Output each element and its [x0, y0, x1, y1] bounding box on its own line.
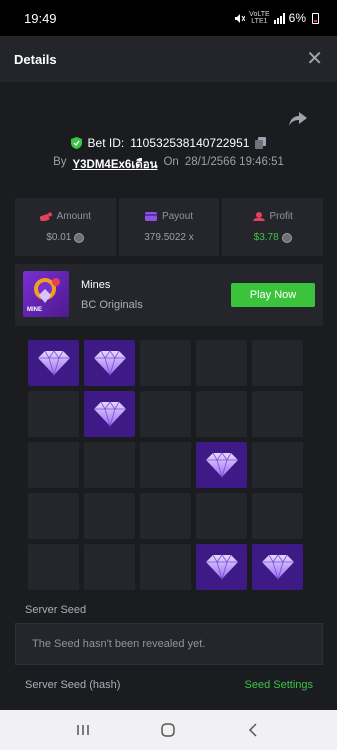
board-tile	[196, 391, 247, 437]
game-name: Mines	[81, 279, 111, 291]
board-tile	[252, 493, 303, 539]
board-tile	[28, 442, 79, 488]
mute-icon	[235, 13, 246, 23]
battery-percent: 6%	[288, 11, 306, 25]
board-tile	[28, 391, 79, 437]
board-tile	[84, 544, 135, 590]
payout-icon	[144, 212, 157, 221]
board-tile	[252, 391, 303, 437]
gem-icon	[37, 350, 70, 376]
board-tile	[252, 442, 303, 488]
bet-id-label: Bet ID:	[87, 136, 125, 150]
gem-icon	[93, 350, 126, 376]
server-seed-value: The Seed hasn't been revealed yet.	[32, 638, 206, 650]
board-tile	[84, 442, 135, 488]
stat-profit: Profit $3.78	[222, 198, 324, 256]
board-tile	[140, 442, 191, 488]
copy-icon[interactable]	[255, 137, 267, 149]
board-tile-gem	[28, 340, 79, 386]
bet-byline: By Y3DM4Ex6เดือน On 28/1/2566 19:46:51	[0, 156, 337, 174]
seed-settings-link[interactable]: Seed Settings	[245, 679, 314, 691]
gem-icon	[261, 554, 294, 580]
status-icons: VoLTE LTE1 6%	[234, 11, 319, 25]
status-bar: 19:49 VoLTE LTE1 6%	[0, 0, 337, 36]
profit-label: Profit	[269, 211, 293, 222]
gem-icon	[93, 401, 126, 427]
board-tile	[252, 340, 303, 386]
back-icon[interactable]	[246, 723, 262, 737]
board-tile	[84, 493, 135, 539]
board-tile-gem	[84, 340, 135, 386]
gem-icon	[205, 554, 238, 580]
server-seed-field: The Seed hasn't been revealed yet.	[15, 623, 323, 665]
board-tile	[140, 493, 191, 539]
coin-icon	[281, 232, 292, 243]
play-now-button[interactable]: Play Now	[231, 283, 315, 307]
board-tile	[140, 340, 191, 386]
android-nav-bar	[0, 710, 337, 750]
bet-date: 28/1/2566 19:46:51	[184, 156, 284, 168]
coin-icon	[74, 232, 85, 243]
profit-value: $3.78	[253, 232, 279, 243]
close-icon[interactable]: ✕	[306, 49, 323, 69]
recent-apps-icon[interactable]	[75, 723, 91, 737]
bet-id-value: 110532538140722951	[130, 136, 250, 150]
shield-check-icon	[70, 137, 82, 149]
amount-icon	[39, 212, 52, 221]
mines-board	[28, 340, 306, 590]
on-label: On	[163, 156, 179, 168]
status-time: 19:49	[24, 10, 57, 26]
board-tile-gem	[196, 544, 247, 590]
share-icon[interactable]	[289, 112, 307, 126]
board-tile	[140, 391, 191, 437]
details-content: Bet ID: 110532538140722951 By Y3DM4Ex6เด…	[0, 82, 337, 710]
by-label: By	[53, 156, 67, 168]
signal-icon	[273, 12, 285, 24]
stat-payout: Payout 379.5022 x	[118, 198, 220, 256]
gem-icon	[205, 452, 238, 478]
board-tile	[28, 493, 79, 539]
server-seed-hash-label: Server Seed (hash)	[25, 679, 121, 691]
board-tile-gem	[252, 544, 303, 590]
game-card: MINE Mines BC Originals Play Now	[15, 264, 323, 326]
amount-value: $0.01	[46, 232, 72, 243]
bet-stats: Amount $0.01 Payout 379.5022 x Profit $3…	[15, 198, 324, 256]
board-tile	[28, 544, 79, 590]
payout-label: Payout	[161, 211, 194, 222]
game-provider: BC Originals	[81, 299, 143, 311]
details-header: Details ✕	[0, 36, 337, 82]
board-tile	[196, 340, 247, 386]
board-tile	[140, 544, 191, 590]
volte-label: VoLTE LTE1	[249, 11, 270, 25]
profit-icon	[252, 212, 265, 221]
user-link[interactable]: Y3DM4Ex6เดือน	[72, 156, 157, 174]
bet-id-row: Bet ID: 110532538140722951	[0, 136, 337, 150]
board-tile-gem	[196, 442, 247, 488]
stat-amount: Amount $0.01	[15, 198, 116, 256]
amount-label: Amount	[56, 211, 92, 222]
board-tile	[196, 493, 247, 539]
server-seed-label: Server Seed	[25, 604, 87, 616]
battery-icon	[312, 12, 319, 24]
thumbnail-text: MINE	[27, 307, 42, 313]
board-tile-gem	[84, 391, 135, 437]
page-title: Details	[14, 51, 57, 67]
mines-thumbnail[interactable]: MINE	[23, 271, 69, 317]
home-icon[interactable]	[160, 723, 176, 737]
payout-value: 379.5022 x	[144, 232, 194, 243]
